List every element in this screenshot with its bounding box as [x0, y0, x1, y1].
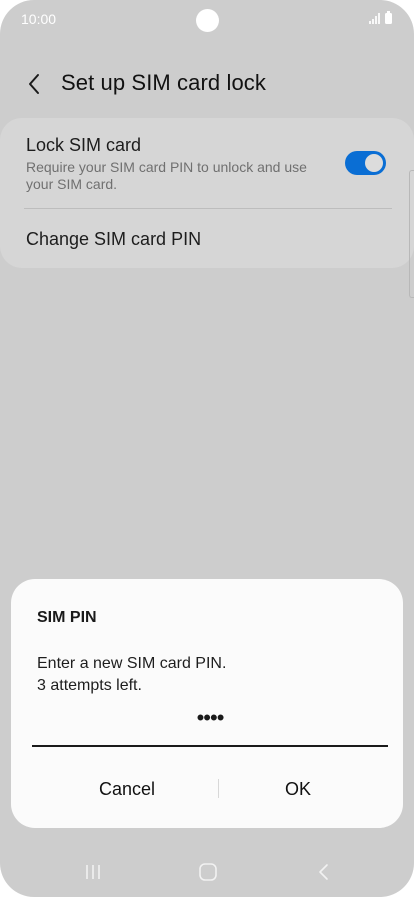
navigation-bar — [0, 850, 414, 897]
phone-screen: 10:00 Set up SIM card lock Lock SIM card… — [0, 0, 414, 897]
scrollbar[interactable] — [409, 170, 414, 298]
change-sim-pin-title: Change SIM card PIN — [26, 229, 202, 249]
dialog-message-line1: Enter a new SIM card PIN. — [37, 655, 227, 672]
cancel-button[interactable]: Cancel — [31, 769, 223, 809]
status-bar: 10:00 — [0, 0, 414, 40]
ok-button[interactable]: OK — [199, 769, 397, 809]
signal-icon — [369, 13, 381, 24]
dialog-message: Enter a new SIM card PIN. 3 attempts lef… — [37, 653, 226, 697]
lock-sim-card-row[interactable]: Lock SIM card Require your SIM card PIN … — [0, 118, 414, 208]
lock-sim-card-description: Require your SIM card PIN to unlock and … — [26, 159, 307, 192]
lock-sim-card-toggle[interactable] — [345, 151, 386, 175]
battery-icon — [385, 11, 392, 24]
header: Set up SIM card lock — [0, 60, 414, 108]
recents-icon — [86, 865, 100, 879]
status-time: 10:00 — [21, 11, 57, 27]
pin-input[interactable]: •••• — [32, 703, 388, 747]
home-icon — [199, 863, 217, 881]
page-title: Set up SIM card lock — [61, 70, 266, 95]
dialog-title: SIM PIN — [37, 609, 97, 626]
dialog-actions: Cancel OK — [11, 769, 403, 809]
front-camera — [196, 9, 219, 32]
sim-pin-dialog: SIM PIN Enter a new SIM card PIN. 3 atte… — [11, 579, 403, 828]
recents-button[interactable] — [80, 860, 106, 884]
dialog-message-line2: 3 attempts left. — [37, 677, 142, 694]
pin-input-underline — [32, 745, 388, 747]
lock-sim-card-title: Lock SIM card — [26, 135, 142, 155]
change-sim-pin-row[interactable]: Change SIM card PIN — [0, 209, 414, 268]
back-button[interactable] — [20, 70, 48, 98]
status-icons — [369, 11, 392, 24]
pin-input-value: •••• — [196, 705, 225, 730]
home-button[interactable] — [194, 860, 222, 884]
back-icon — [319, 864, 328, 880]
settings-card: Lock SIM card Require your SIM card PIN … — [0, 118, 414, 268]
chevron-left-icon — [29, 74, 39, 94]
nav-back-button[interactable] — [312, 860, 336, 884]
toggle-knob — [364, 153, 384, 173]
